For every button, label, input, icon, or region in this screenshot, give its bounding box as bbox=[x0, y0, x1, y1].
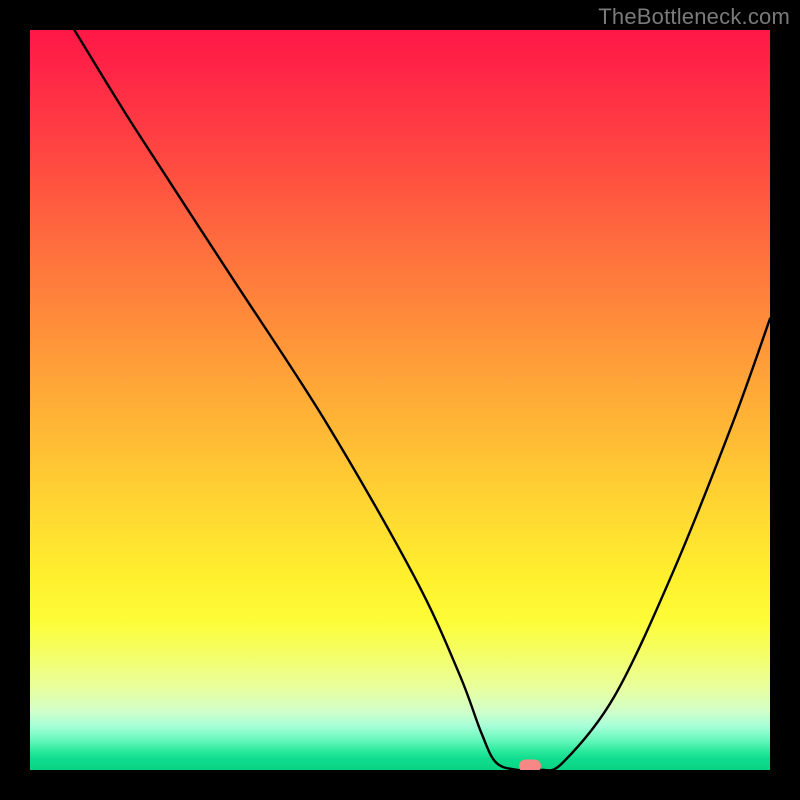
bottleneck-curve bbox=[30, 30, 770, 770]
plot-area bbox=[30, 30, 770, 770]
watermark-text: TheBottleneck.com bbox=[598, 4, 790, 30]
chart-frame: TheBottleneck.com bbox=[0, 0, 800, 800]
optimal-marker bbox=[519, 760, 541, 770]
